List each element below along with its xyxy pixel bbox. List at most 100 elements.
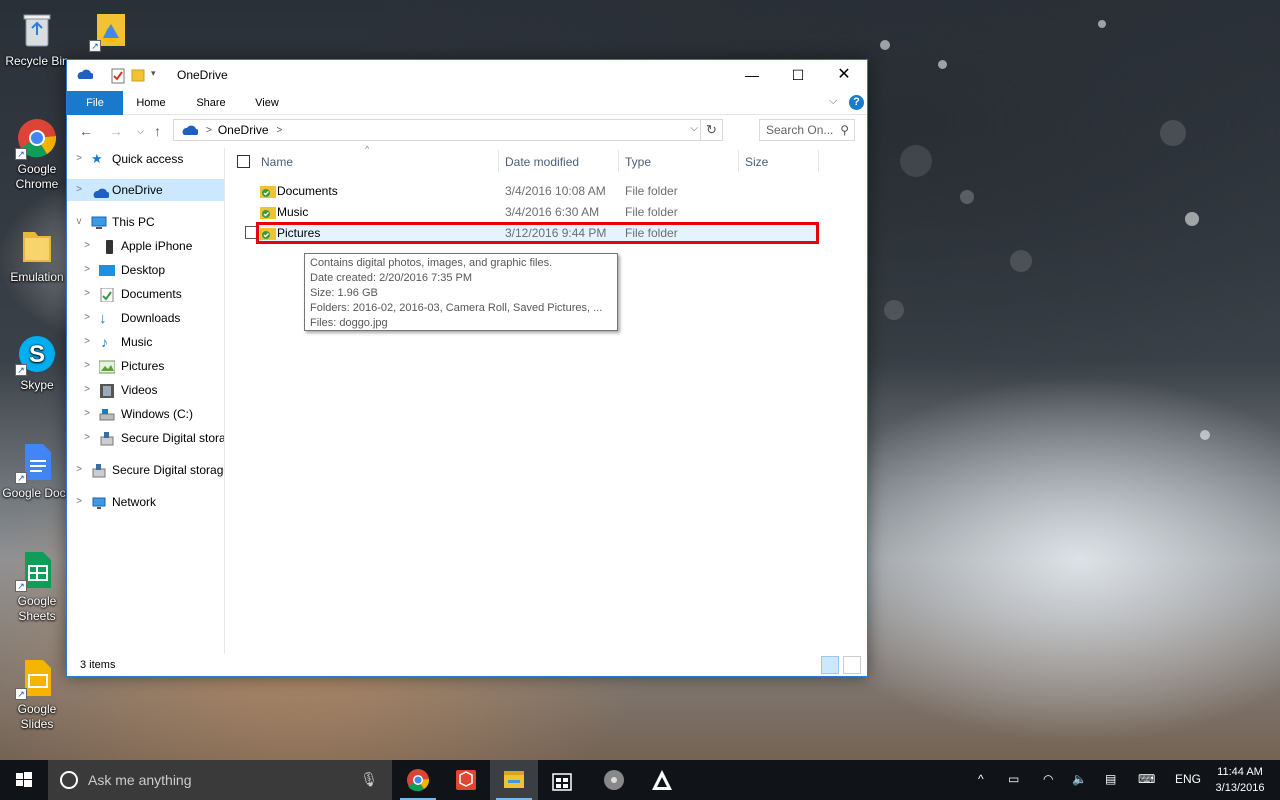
keyboard-icon[interactable]: ⌨ [1138,772,1155,786]
taskbar-file-explorer[interactable] [490,760,538,800]
cortana-search-box[interactable]: Ask me anything 🎙 [48,760,392,800]
select-all-checkbox[interactable] [237,155,250,168]
navigation-pane: > ★ Quick access > OneDrive v This PC > … [67,148,225,654]
taskbar-media-app[interactable] [590,760,638,800]
expand-chevron-icon[interactable]: > [73,148,85,170]
navigation-bar: ← → ⌵ ↑ > OneDrive > ⌵ ↻ Search On... ⚲ [67,115,867,148]
properties-icon[interactable] [111,68,125,84]
sd-card-icon [91,463,107,478]
title-bar[interactable]: ▾ OneDrive — ☐ ✕ [67,60,867,91]
expand-chevron-icon[interactable]: > [81,307,93,329]
expand-ribbon-icon[interactable]: ⌵ [829,95,837,108]
desktop-icon-google-drive[interactable]: ↗ [74,10,148,54]
tab-home[interactable]: Home [129,91,173,115]
show-hidden-icons-icon[interactable]: ^ [978,772,984,786]
column-divider[interactable] [498,150,499,172]
expand-chevron-icon[interactable]: > [73,491,85,513]
nav-item-this-pc[interactable]: v This PC [67,211,224,233]
tooltip-size: Size: 1.96 GB [310,287,378,299]
address-bar[interactable]: > OneDrive > ⌵ ↻ [173,119,723,141]
column-header-date-modified[interactable]: Date modified [505,154,579,176]
nav-item-network[interactable]: > Network [67,491,224,513]
sort-ascending-icon: ^ [365,144,370,154]
column-header-name[interactable]: Name [261,154,293,176]
nav-item-documents[interactable]: > Documents [67,283,224,305]
shortcut-arrow-icon: ↗ [15,364,27,376]
collapse-chevron-icon[interactable]: v [73,211,85,233]
nav-item-secure-digital-storage[interactable]: > Secure Digital storage [67,459,224,481]
search-placeholder: Search On... [766,123,834,137]
search-input[interactable]: Search On... ⚲ [759,119,855,141]
minimize-button[interactable]: — [729,60,775,90]
battery-icon[interactable]: ▭ [1008,772,1019,786]
column-divider[interactable] [818,150,819,172]
desktop-icon-google-slides[interactable]: ↗ Google Slides [0,658,74,732]
expand-chevron-icon[interactable]: > [81,355,93,377]
column-header-type[interactable]: Type [625,154,651,176]
expand-chevron-icon[interactable]: > [81,427,93,449]
tab-file[interactable]: File [67,91,123,115]
expand-chevron-icon[interactable]: > [81,235,93,257]
nav-item-music[interactable]: > ♪ Music [67,331,224,353]
nav-item-secure-digital-storage-pc[interactable]: > Secure Digital storag [67,427,224,449]
expand-chevron-icon[interactable]: > [81,259,93,281]
nav-label: Documents [121,287,182,301]
large-icons-view-icon[interactable] [843,656,861,674]
nav-item-apple-iphone[interactable]: > Apple iPhone [67,235,224,257]
nav-item-videos[interactable]: > Videos [67,379,224,401]
nav-item-pictures[interactable]: > Pictures [67,355,224,377]
start-button[interactable] [0,760,48,800]
desktop-icon-google-sheets[interactable]: ↗ Google Sheets [0,550,74,624]
address-dropdown-icon[interactable]: ⌵ [690,123,698,134]
taskbar-store[interactable] [538,760,586,800]
file-type: File folder [625,184,678,198]
customize-toolbar-icon[interactable]: ▾ [151,68,156,79]
refresh-icon[interactable]: ↻ [700,120,722,140]
up-arrow-icon[interactable]: ↑ [154,123,161,139]
nav-item-quick-access[interactable]: > ★ Quick access [67,148,224,170]
taskbar-app-box[interactable] [442,760,490,800]
expand-chevron-icon[interactable]: > [81,331,93,353]
help-icon[interactable]: ? [849,95,864,110]
expand-chevron-icon[interactable]: > [73,459,85,481]
close-button[interactable]: ✕ [821,60,867,90]
column-header-size[interactable]: Size [745,154,768,176]
desktop-icon-skype[interactable]: S ↗ Skype [0,334,74,393]
nav-item-downloads[interactable]: > ↓ Downloads [67,307,224,329]
nav-item-desktop[interactable]: > Desktop [67,259,224,281]
nav-item-windows-c[interactable]: > Windows (C:) [67,403,224,425]
desktop-icon-recycle-bin[interactable]: Recycle Bin [0,10,74,69]
forward-arrow-icon[interactable]: → [109,123,123,139]
desktop-icon-google-chrome[interactable]: ↗ Google Chrome [0,118,74,192]
recent-locations-icon[interactable]: ⌵ [137,126,144,137]
action-center-icon[interactable]: ▤ [1105,772,1116,786]
tab-share[interactable]: Share [189,91,233,115]
file-row[interactable]: Documents 3/4/2016 10:08 AM File folder [256,181,818,201]
column-divider[interactable] [738,150,739,172]
maximize-button[interactable]: ☐ [775,60,821,90]
wifi-icon[interactable]: ◠ [1043,772,1053,786]
desktop-icon-emulation[interactable]: Emulation [0,226,74,285]
breadcrumb-onedrive[interactable]: OneDrive [218,123,269,137]
expand-chevron-icon[interactable]: > [81,403,93,425]
taskbar-arc-app[interactable] [638,760,686,800]
taskbar-chrome[interactable] [394,760,442,800]
tab-view[interactable]: View [245,91,289,115]
nav-label: Music [121,335,153,349]
details-view-icon[interactable] [821,656,839,674]
expand-chevron-icon[interactable]: > [81,283,93,305]
expand-chevron-icon[interactable]: > [73,179,85,201]
desktop-icon-label: Recycle Bin [5,54,69,68]
microphone-icon[interactable]: 🎙 [360,771,378,788]
system-clock[interactable]: 11:44 AM 3/13/2016 [1206,764,1274,796]
nav-item-onedrive[interactable]: > OneDrive [67,179,224,201]
videos-icon [99,383,115,398]
volume-icon[interactable]: 🔈 [1072,772,1087,786]
back-arrow-icon[interactable]: ← [79,123,93,139]
new-folder-icon[interactable] [131,68,145,82]
column-divider[interactable] [618,150,619,172]
desktop-icon-google-docs[interactable]: ↗ Google Docs [0,442,74,501]
expand-chevron-icon[interactable]: > [81,379,93,401]
file-row[interactable]: Music 3/4/2016 6:30 AM File folder [256,202,818,222]
language-indicator[interactable]: ENG [1175,772,1201,786]
